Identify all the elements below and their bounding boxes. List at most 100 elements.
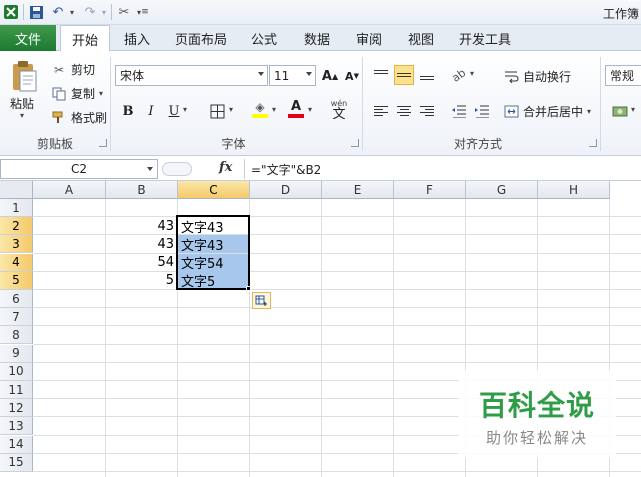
bold-button[interactable]: B bbox=[118, 101, 138, 121]
formula-input[interactable]: ="文字"&B2 bbox=[244, 159, 641, 179]
column-header-e[interactable]: E bbox=[322, 181, 394, 199]
orientation-dropdown-icon[interactable]: ▾ bbox=[470, 69, 474, 78]
cut-button[interactable]: ✂ 剪切 bbox=[51, 61, 95, 78]
row-header-14[interactable]: 14 bbox=[0, 435, 33, 454]
save-icon[interactable] bbox=[27, 3, 45, 21]
grow-font-button[interactable]: A ▲ bbox=[320, 66, 340, 86]
name-box[interactable]: C2 bbox=[0, 159, 158, 179]
number-format-select[interactable]: 常规 bbox=[605, 65, 641, 86]
tools-icon[interactable]: ✂ bbox=[114, 3, 134, 21]
insert-function-icon[interactable]: fx bbox=[219, 160, 232, 175]
column-header-h[interactable]: H bbox=[538, 181, 610, 199]
column-header-c[interactable]: C bbox=[178, 181, 250, 199]
text-orientation-icon: ab bbox=[449, 65, 469, 85]
cell-b5[interactable]: 5 bbox=[106, 272, 177, 290]
column-header-f[interactable]: F bbox=[394, 181, 466, 199]
row-header-8[interactable]: 8 bbox=[0, 326, 33, 345]
copy-dropdown-icon[interactable]: ▾ bbox=[99, 89, 103, 98]
align-center-button[interactable] bbox=[394, 101, 414, 121]
underline-button[interactable]: U bbox=[164, 101, 184, 121]
tab-home[interactable]: 开始 bbox=[60, 25, 110, 52]
font-group-label: 字体 bbox=[221, 137, 246, 151]
font-color-dropdown-icon[interactable]: ▾ bbox=[308, 105, 312, 114]
font-color-button[interactable]: A bbox=[286, 99, 306, 119]
decrease-indent-button[interactable] bbox=[449, 101, 469, 121]
select-all-button[interactable] bbox=[0, 181, 33, 199]
cell-b2[interactable]: 43 bbox=[106, 217, 177, 235]
watermark-subtitle: 助你轻松解决 bbox=[485, 429, 588, 447]
row-header-4[interactable]: 4 bbox=[0, 253, 33, 272]
merge-dropdown-icon[interactable]: ▾ bbox=[587, 107, 591, 116]
customize-quick-access-icon[interactable]: ≡ bbox=[140, 3, 150, 21]
align-left-button[interactable] bbox=[371, 101, 391, 121]
cell-c3[interactable]: 文字43 bbox=[178, 235, 249, 254]
column-header-b[interactable]: B bbox=[106, 181, 178, 199]
column-header-d[interactable]: D bbox=[250, 181, 322, 199]
align-bottom-button[interactable] bbox=[417, 65, 437, 85]
accounting-format-button[interactable] bbox=[610, 101, 630, 121]
tab-file[interactable]: 文件 bbox=[0, 25, 56, 51]
merge-center-button[interactable]: 合并后居中 ▾ bbox=[503, 103, 591, 120]
row-header-9[interactable]: 9 bbox=[0, 344, 33, 363]
align-top-button[interactable] bbox=[371, 65, 391, 85]
row-header-2[interactable]: 2 bbox=[0, 217, 33, 236]
fill-color-dropdown-icon[interactable]: ▾ bbox=[272, 105, 276, 114]
undo-icon[interactable]: ↶ bbox=[49, 3, 67, 21]
font-launcher-icon[interactable] bbox=[351, 139, 359, 147]
paste-dropdown-icon[interactable]: ▾ bbox=[20, 111, 24, 120]
tab-formulas[interactable]: 公式 bbox=[242, 25, 286, 51]
column-header-a[interactable]: A bbox=[33, 181, 106, 199]
border-dropdown-icon[interactable]: ▾ bbox=[229, 105, 233, 114]
cell-c4[interactable]: 文字54 bbox=[178, 253, 249, 272]
format-painter-button[interactable]: 格式刷 bbox=[51, 109, 107, 126]
cell-c5[interactable]: 文字5 bbox=[178, 271, 249, 290]
tab-data[interactable]: 数据 bbox=[295, 25, 339, 51]
auto-fill-options-icon[interactable] bbox=[252, 292, 271, 309]
cell-b3[interactable]: 43 bbox=[106, 235, 177, 253]
font-size-select[interactable]: 11 bbox=[269, 65, 316, 86]
accounting-dropdown-icon[interactable]: ▾ bbox=[631, 105, 635, 114]
copy-button[interactable]: 复制 ▾ bbox=[51, 85, 103, 102]
row-header-3[interactable]: 3 bbox=[0, 235, 33, 254]
redo-icon[interactable]: ↷ bbox=[81, 3, 99, 21]
row-header-5[interactable]: 5 bbox=[0, 271, 33, 290]
redo-dropdown-icon[interactable]: ▾ bbox=[99, 3, 109, 21]
row-header-15[interactable]: 15 bbox=[0, 453, 33, 472]
column-header-g[interactable]: G bbox=[466, 181, 538, 199]
shrink-font-button[interactable]: A ▼ bbox=[342, 66, 362, 86]
alignment-launcher-icon[interactable] bbox=[589, 139, 597, 147]
tab-view[interactable]: 视图 bbox=[399, 25, 443, 51]
wrap-text-button[interactable]: 自动换行 bbox=[503, 68, 571, 85]
align-right-button[interactable] bbox=[417, 101, 437, 121]
paste-icon[interactable] bbox=[6, 57, 42, 97]
tab-developer[interactable]: 开发工具 bbox=[452, 25, 518, 51]
border-button[interactable] bbox=[207, 101, 227, 121]
formula-bar-resize-handle[interactable] bbox=[162, 162, 192, 176]
row-header-6[interactable]: 6 bbox=[0, 290, 33, 308]
fill-color-button[interactable]: ◈ bbox=[250, 99, 270, 119]
cell-c2[interactable]: 文字43 bbox=[178, 217, 249, 236]
row-header-1[interactable]: 1 bbox=[0, 199, 33, 217]
tab-review[interactable]: 审阅 bbox=[347, 25, 391, 51]
tab-page-layout[interactable]: 页面布局 bbox=[166, 25, 236, 51]
row-header-13[interactable]: 13 bbox=[0, 417, 33, 436]
phonetic-guide-button[interactable]: wén 文 bbox=[326, 97, 352, 123]
cell-b4[interactable]: 54 bbox=[106, 254, 177, 272]
excel-app-icon[interactable] bbox=[2, 3, 20, 21]
font-name-select[interactable]: 宋体 bbox=[115, 65, 268, 86]
align-middle-button[interactable] bbox=[394, 65, 414, 85]
underline-dropdown-icon[interactable]: ▾ bbox=[183, 105, 187, 114]
increase-indent-button[interactable] bbox=[472, 101, 492, 121]
tab-insert[interactable]: 插入 bbox=[113, 25, 161, 51]
paste-button[interactable]: 粘贴 bbox=[10, 95, 34, 112]
clipboard-launcher-icon[interactable] bbox=[99, 139, 107, 147]
fill-handle[interactable] bbox=[246, 286, 251, 291]
italic-button[interactable]: I bbox=[141, 101, 161, 121]
wrap-text-icon bbox=[503, 70, 519, 83]
undo-dropdown-icon[interactable]: ▾ bbox=[67, 3, 77, 21]
row-header-11[interactable]: 11 bbox=[0, 381, 33, 399]
row-header-12[interactable]: 12 bbox=[0, 399, 33, 418]
row-header-7[interactable]: 7 bbox=[0, 308, 33, 327]
row-header-10[interactable]: 10 bbox=[0, 362, 33, 381]
orientation-button[interactable]: ab bbox=[449, 65, 469, 85]
